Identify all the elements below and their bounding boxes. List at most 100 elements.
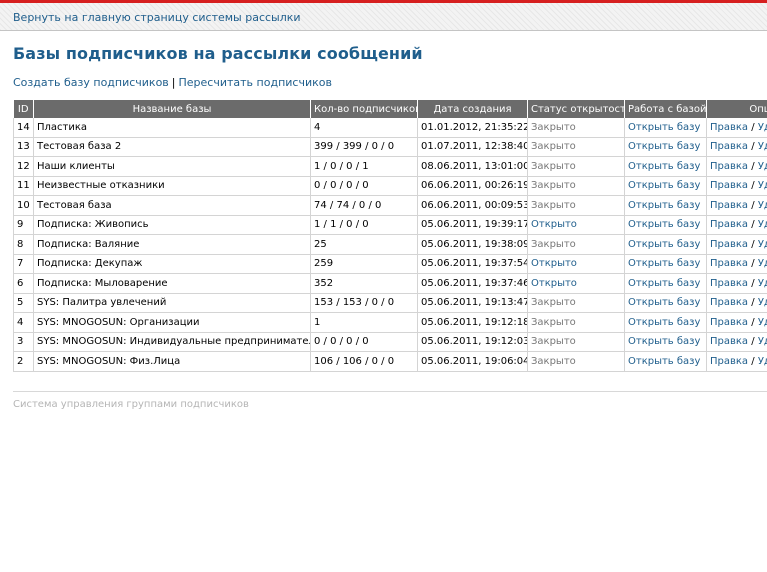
table-row: 10 Тестовая база 74 / 74 / 0 / 0 06.06.2…: [13, 195, 767, 216]
ops-separator: /: [751, 258, 755, 270]
col-header-work: Работа с базой: [624, 100, 707, 118]
cell-count: 1 / 1 / 0 / 0: [310, 215, 418, 235]
edit-link[interactable]: Правка: [710, 317, 748, 328]
open-base-link[interactable]: Открыть базу: [628, 141, 700, 152]
cell-work: Открыть базу: [624, 293, 707, 313]
delete-link[interactable]: Уд: [758, 180, 767, 191]
create-base-link[interactable]: Создать базу подписчиков: [13, 76, 169, 89]
delete-link[interactable]: Уд: [758, 200, 767, 211]
cell-status: Открыто: [527, 215, 625, 235]
delete-link[interactable]: Уд: [758, 356, 767, 367]
cell-options: Правка / Уд: [706, 312, 767, 333]
delete-link[interactable]: Уд: [758, 239, 767, 250]
open-base-link[interactable]: Открыть базу: [628, 219, 700, 230]
cell-options: Правка / Уд: [706, 176, 767, 196]
cell-name: Подписка: Валяние: [33, 234, 311, 255]
cell-options: Правка / Уд: [706, 273, 767, 294]
cell-id: 7: [13, 254, 34, 274]
open-base-link[interactable]: Открыть базу: [628, 278, 700, 289]
cell-work: Открыть базу: [624, 156, 707, 177]
cell-work: Открыть базу: [624, 312, 707, 333]
cell-status: Закрыто: [527, 312, 625, 333]
col-header-options: Опц: [706, 100, 767, 118]
edit-link[interactable]: Правка: [710, 122, 748, 133]
open-base-link[interactable]: Открыть базу: [628, 200, 700, 211]
delete-link[interactable]: Уд: [758, 317, 767, 328]
delete-link[interactable]: Уд: [758, 141, 767, 152]
edit-link[interactable]: Правка: [710, 239, 748, 250]
open-base-link[interactable]: Открыть базу: [628, 122, 700, 133]
cell-status: Закрыто: [527, 195, 625, 216]
cell-id: 8: [13, 234, 34, 255]
ops-separator: /: [751, 277, 755, 289]
table-body: 14 Пластика 4 01.01.2012, 21:35:22 Закры…: [13, 118, 767, 372]
table-header-row: ID Название базы Кол-во подписчиков Дата…: [13, 100, 767, 118]
open-base-link[interactable]: Открыть базу: [628, 239, 700, 250]
open-base-link[interactable]: Открыть базу: [628, 258, 700, 269]
cell-id: 10: [13, 195, 34, 216]
cell-status: Закрыто: [527, 234, 625, 255]
col-header-name: Название базы: [33, 100, 311, 118]
open-base-link[interactable]: Открыть базу: [628, 317, 700, 328]
cell-date: 08.06.2011, 13:01:00: [417, 156, 528, 177]
cell-count: 1 / 0 / 0 / 1: [310, 156, 418, 177]
cell-work: Открыть базу: [624, 234, 707, 255]
table-row: 2 SYS: MNOGOSUN: Физ.Лица 106 / 106 / 0 …: [13, 351, 767, 372]
actions-separator: |: [171, 76, 176, 89]
delete-link[interactable]: Уд: [758, 336, 767, 347]
open-base-link[interactable]: Открыть базу: [628, 180, 700, 191]
cell-name: Подписка: Живопись: [33, 215, 311, 235]
table-row: 9 Подписка: Живопись 1 / 1 / 0 / 0 05.06…: [13, 215, 767, 235]
cell-name: Наши клиенты: [33, 156, 311, 177]
edit-link[interactable]: Правка: [710, 336, 748, 347]
cell-id: 13: [13, 137, 34, 157]
cell-status: Закрыто: [527, 137, 625, 157]
cell-date: 01.07.2011, 12:38:40: [417, 137, 528, 157]
open-base-link[interactable]: Открыть базу: [628, 161, 700, 172]
recount-subscribers-link[interactable]: Пересчитать подписчиков: [179, 76, 332, 89]
cell-work: Открыть базу: [624, 215, 707, 235]
cell-id: 11: [13, 176, 34, 196]
col-header-id: ID: [13, 100, 34, 118]
cell-date: 05.06.2011, 19:06:04: [417, 351, 528, 372]
ops-separator: /: [751, 316, 755, 328]
cell-name: Тестовая база 2: [33, 137, 311, 157]
cell-date: 05.06.2011, 19:37:54: [417, 254, 528, 274]
delete-link[interactable]: Уд: [758, 219, 767, 230]
cell-count: 0 / 0 / 0 / 0: [310, 176, 418, 196]
edit-link[interactable]: Правка: [710, 258, 748, 269]
delete-link[interactable]: Уд: [758, 161, 767, 172]
edit-link[interactable]: Правка: [710, 278, 748, 289]
cell-status: Закрыто: [527, 176, 625, 196]
edit-link[interactable]: Правка: [710, 356, 748, 367]
cell-count: 153 / 153 / 0 / 0: [310, 293, 418, 313]
delete-link[interactable]: Уд: [758, 258, 767, 269]
edit-link[interactable]: Правка: [710, 200, 748, 211]
delete-link[interactable]: Уд: [758, 278, 767, 289]
delete-link[interactable]: Уд: [758, 297, 767, 308]
cell-id: 2: [13, 351, 34, 372]
subscriber-bases-table: ID Название базы Кол-во подписчиков Дата…: [13, 100, 767, 372]
cell-name: Подписка: Мыловарение: [33, 273, 311, 294]
edit-link[interactable]: Правка: [710, 297, 748, 308]
table-row: 8 Подписка: Валяние 25 05.06.2011, 19:38…: [13, 234, 767, 255]
ops-separator: /: [751, 355, 755, 367]
footer-text: Система управления группами подписчиков: [13, 399, 249, 410]
ops-separator: /: [751, 219, 755, 231]
open-base-link[interactable]: Открыть базу: [628, 336, 700, 347]
edit-link[interactable]: Правка: [710, 180, 748, 191]
table-row: 12 Наши клиенты 1 / 0 / 0 / 1 08.06.2011…: [13, 156, 767, 177]
cell-work: Открыть базу: [624, 137, 707, 157]
cell-count: 399 / 399 / 0 / 0: [310, 137, 418, 157]
open-base-link[interactable]: Открыть базу: [628, 297, 700, 308]
open-base-link[interactable]: Открыть базу: [628, 356, 700, 367]
delete-link[interactable]: Уд: [758, 122, 767, 133]
cell-name: Подписка: Декупаж: [33, 254, 311, 274]
edit-link[interactable]: Правка: [710, 161, 748, 172]
edit-link[interactable]: Правка: [710, 141, 748, 152]
cell-date: 06.06.2011, 00:26:19: [417, 176, 528, 196]
edit-link[interactable]: Правка: [710, 219, 748, 230]
cell-name: Тестовая база: [33, 195, 311, 216]
cell-id: 5: [13, 293, 34, 313]
back-to-main-link[interactable]: Вернуть на главную страницу системы расс…: [13, 11, 301, 24]
